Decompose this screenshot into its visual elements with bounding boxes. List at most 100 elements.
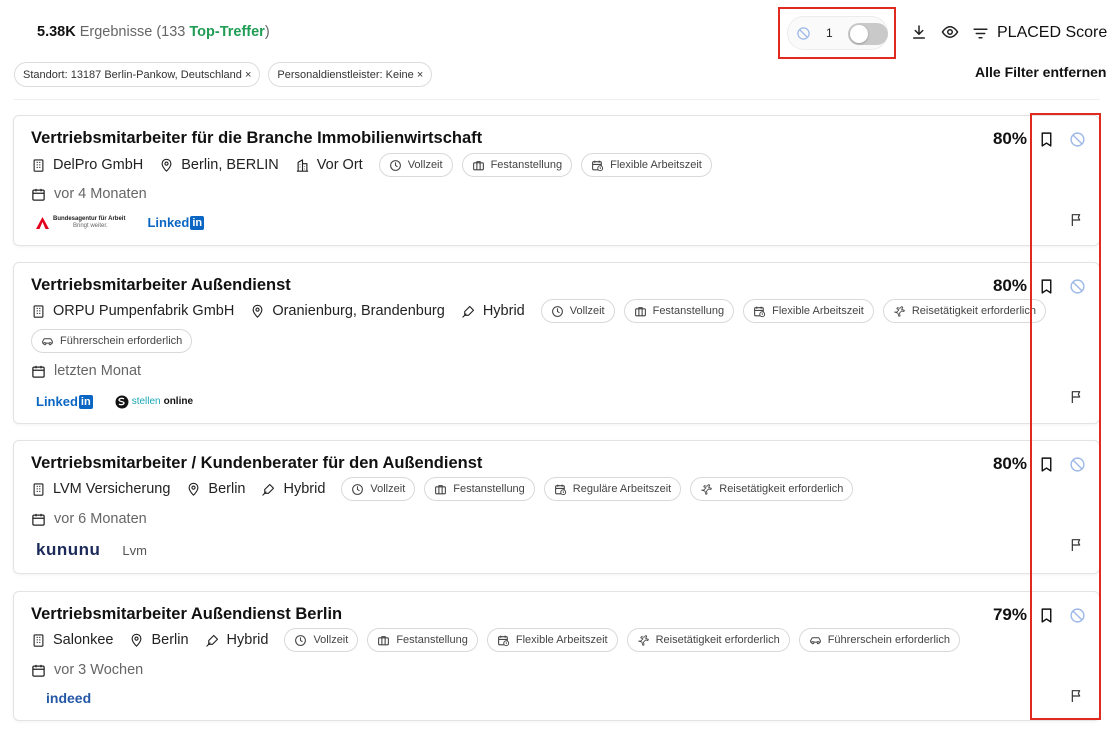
posted-date: vor 4 Monaten — [31, 186, 147, 202]
sort-button[interactable]: PLACED Score — [972, 22, 1107, 44]
location: Berlin — [186, 477, 245, 501]
job-card[interactable]: Vertriebsmitarbeiter Außendienst Berlin … — [13, 591, 1100, 721]
download-icon[interactable] — [910, 23, 928, 41]
calendar-icon — [31, 187, 46, 202]
flag-icon[interactable] — [1069, 537, 1085, 553]
bookmark-icon[interactable] — [1038, 456, 1055, 473]
location: Berlin — [129, 628, 189, 652]
top-hits-open: (133 — [156, 24, 186, 40]
briefcase-icon — [434, 483, 447, 496]
hide-job-icon[interactable] — [1069, 131, 1086, 148]
show-hidden-toggle[interactable] — [848, 23, 888, 45]
match-score: 80% — [992, 454, 1027, 473]
posted-text: letzten Monat — [54, 363, 142, 379]
company: LVM Versicherung — [31, 477, 170, 501]
top-hits-label: Top-Treffer — [189, 24, 265, 40]
filter-chip-staffing[interactable]: Personaldienstleister: Keine × — [268, 62, 433, 87]
job-card[interactable]: Vertriebsmitarbeiter / Kundenberater für… — [13, 440, 1100, 574]
job-title[interactable]: Vertriebsmitarbeiter für die Branche Imm… — [31, 129, 482, 148]
hybrid-icon — [205, 633, 220, 648]
calendar-clock-icon — [591, 159, 604, 172]
job-title[interactable]: Vertriebsmitarbeiter Außendienst Berlin — [31, 605, 342, 624]
job-card[interactable]: Vertriebsmitarbeiter Außendienst 80% ORP… — [13, 262, 1100, 424]
job-meta: ORPU Pumpenfabrik GmbH Oranienburg, Bran… — [31, 299, 1061, 353]
source-logo-lvm[interactable]: Lvm — [122, 543, 147, 558]
job-title[interactable]: Vertriebsmitarbeiter / Kundenberater für… — [31, 454, 482, 473]
company: DelPro GmbH — [31, 153, 143, 177]
bookmark-icon[interactable] — [1038, 131, 1055, 148]
flag-icon[interactable] — [1069, 688, 1085, 704]
tag-label: Vollzeit — [313, 634, 349, 646]
job-title[interactable]: Vertriebsmitarbeiter Außendienst — [31, 276, 291, 295]
stellenonline-logo-icon — [115, 395, 129, 408]
posted-text: vor 6 Monaten — [54, 511, 147, 527]
tag-label: Reisetätigkeit erforderlich — [719, 483, 844, 495]
clock-icon — [351, 483, 364, 496]
company-name: ORPU Pumpenfabrik GmbH — [53, 303, 235, 319]
tag-pill: Festanstellung — [461, 153, 573, 177]
results-toolbar: 5.38K Ergebnisse (133 Top-Treffer) 1 PLA… — [0, 0, 1120, 64]
source-logo-bundesagentur[interactable]: Bundesagentur für Arbeit Bringt weiter. — [36, 216, 125, 230]
job-sources: Linked in stellen online — [36, 394, 193, 409]
office-icon — [295, 158, 310, 173]
flag-icon[interactable] — [1069, 389, 1085, 405]
company-name: Salonkee — [53, 632, 114, 648]
flag-icon[interactable] — [1069, 212, 1085, 228]
source-logo-indeed[interactable]: indeed — [46, 690, 91, 706]
bookmark-icon[interactable] — [1038, 278, 1055, 295]
tag-label: Reisetätigkeit erforderlich — [911, 305, 1036, 317]
tag-label: Festanstellung — [652, 305, 725, 317]
hidden-jobs-control[interactable]: 1 — [787, 16, 888, 50]
clock-icon — [389, 159, 402, 172]
source-logo-stellenonline[interactable]: stellen online — [115, 395, 193, 409]
briefcase-icon — [472, 159, 485, 172]
tag-pill: Reisetätigkeit erforderlich — [882, 299, 1046, 323]
calendar-clock-icon — [753, 305, 766, 318]
tag-pill: Vollzeit — [341, 477, 416, 501]
plane-icon — [700, 483, 713, 496]
tag-pill: Führerschein erforderlich — [798, 628, 960, 652]
results-count: 5.38K — [37, 24, 76, 40]
hide-job-icon[interactable] — [1069, 456, 1086, 473]
eye-icon[interactable] — [941, 23, 959, 41]
tag-label: Führerschein erforderlich — [60, 335, 183, 347]
tag-label: Flexible Arbeitszeit — [515, 634, 608, 646]
toggle-knob — [850, 25, 868, 43]
job-card[interactable]: Vertriebsmitarbeiter für die Branche Imm… — [13, 115, 1100, 246]
location-text: Berlin — [208, 481, 246, 497]
hide-job-icon[interactable] — [1069, 607, 1086, 624]
filter-chip-location[interactable]: Standort: 13187 Berlin-Pankow, Deutschla… — [14, 62, 261, 87]
job-meta: LVM Versicherung Berlin Hybrid Vollzeit … — [31, 477, 1061, 501]
tag-label: Vollzeit — [407, 159, 443, 171]
work-mode-text: Hybrid — [283, 481, 326, 497]
location-pin-icon — [186, 482, 201, 497]
results-summary: 5.38K Ergebnisse (133 Top-Treffer) — [37, 24, 270, 40]
posted-date: letzten Monat — [31, 363, 141, 379]
tag-pill: Reisetätigkeit erforderlich — [690, 477, 854, 501]
clock-icon — [294, 634, 307, 647]
posted-text: vor 3 Wochen — [54, 662, 144, 678]
tag-pill: Vollzeit — [284, 628, 359, 652]
source-logo-linkedin[interactable]: Linked in — [36, 394, 93, 409]
work-mode: Hybrid — [205, 628, 268, 652]
car-icon — [41, 335, 54, 348]
source-logo-linkedin[interactable]: Linked in — [147, 215, 205, 230]
location: Berlin, BERLIN — [159, 153, 279, 177]
source-logo-kununu[interactable]: kununu — [36, 540, 100, 560]
bookmark-icon[interactable] — [1038, 607, 1055, 624]
linkedin-word: Linked — [36, 394, 78, 409]
work-mode: Hybrid — [461, 299, 525, 323]
location-pin-icon — [250, 304, 265, 319]
hidden-count: 1 — [826, 26, 833, 40]
linkedin-word: Linked — [147, 215, 190, 230]
clear-filters-link[interactable]: Alle Filter entfernen — [975, 64, 1106, 80]
building-icon — [31, 158, 46, 173]
tag-pill: Reguläre Arbeitszeit — [543, 477, 682, 501]
tag-label: Vollzeit — [370, 483, 406, 495]
tag-label: Festanstellung — [396, 634, 468, 646]
building-icon — [31, 633, 46, 648]
job-meta: DelPro GmbH Berlin, BERLIN Vor Ort Vollz… — [31, 153, 1061, 177]
calendar-clock-icon — [497, 634, 510, 647]
hide-job-icon[interactable] — [1069, 278, 1086, 295]
location-text: Berlin, BERLIN — [181, 157, 279, 173]
